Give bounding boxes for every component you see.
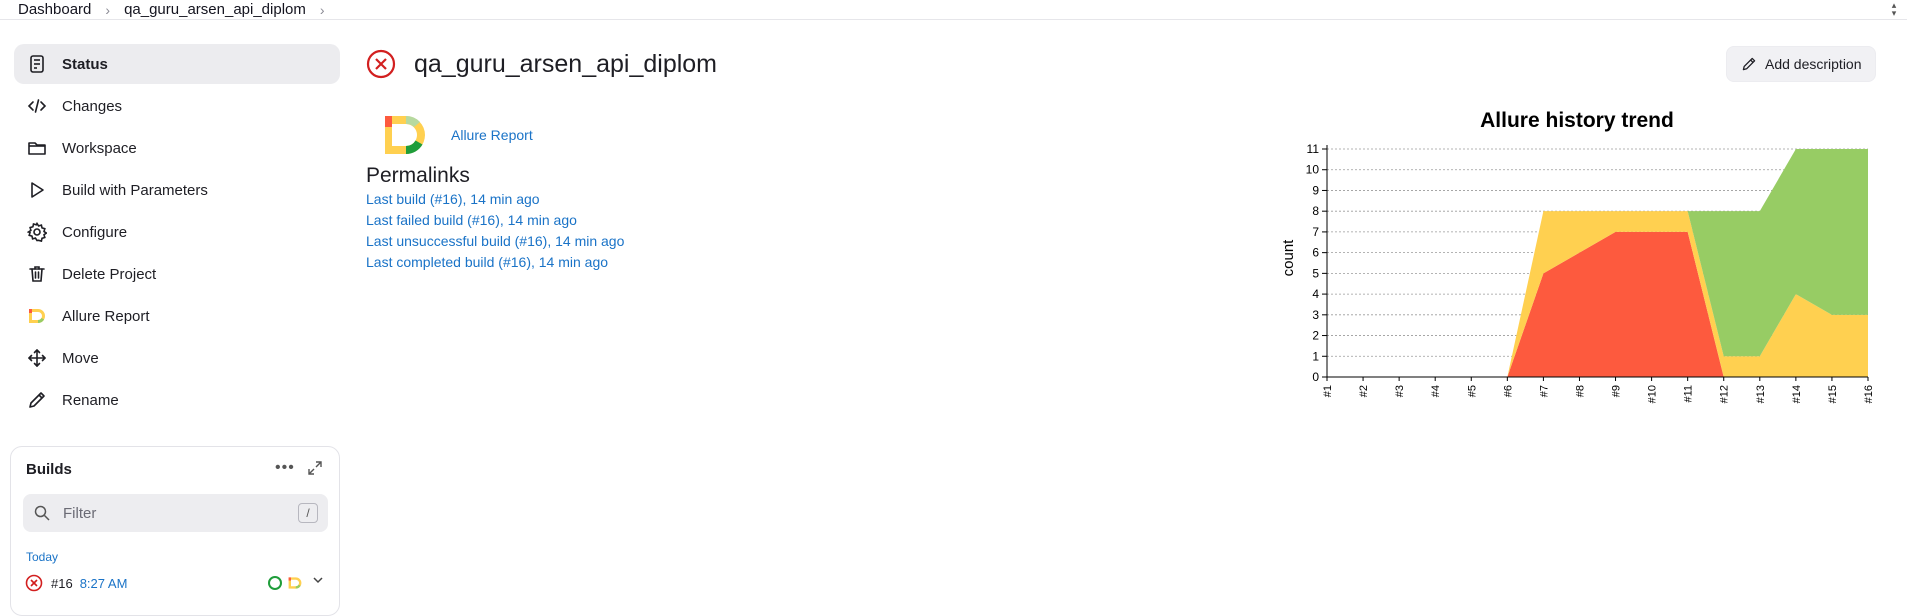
- y-tick-label: 11: [1307, 142, 1320, 156]
- y-tick-label: 6: [1312, 246, 1319, 260]
- permalink-last-unsuccessful-build[interactable]: Last unsuccessful build (#16), 14 min ag…: [366, 233, 624, 254]
- y-tick-label: 7: [1312, 225, 1319, 239]
- shortcut-key: /: [298, 503, 318, 523]
- sidebar: Status Changes Workspace Build with Para…: [14, 44, 340, 422]
- failed-status-icon: [25, 574, 43, 592]
- y-tick-label: 1: [1312, 349, 1319, 363]
- y-tick-label: 0: [1312, 370, 1319, 384]
- sidebar-item-status[interactable]: Status: [14, 44, 340, 84]
- x-tick-label: #15: [1827, 385, 1839, 403]
- permalinks-list: Last build (#16), 14 min ago Last failed…: [366, 191, 624, 275]
- y-tick-label: 2: [1312, 329, 1319, 343]
- builds-group-label: Today: [26, 550, 59, 564]
- chart-y-axis-label: count: [1280, 239, 1297, 277]
- allure-history-trend-chart[interactable]: Allure history trend count 0 1 2 3 4 5 6 7 8 9 10 1…: [1275, 104, 1875, 414]
- permalinks-heading: Permalinks: [366, 164, 470, 187]
- allure-report-link[interactable]: Allure Report: [451, 127, 533, 143]
- y-tick-label: 9: [1312, 183, 1319, 197]
- trash-icon: [26, 263, 48, 285]
- folder-icon: [26, 137, 48, 159]
- x-tick-label: #1: [1322, 385, 1334, 397]
- sidebar-item-label: Build with Parameters: [62, 181, 208, 199]
- allure-icon[interactable]: [287, 575, 303, 591]
- sidebar-item-label: Move: [62, 349, 99, 367]
- failed-status-icon: [366, 49, 396, 79]
- search-icon: [34, 505, 50, 521]
- builds-title: Builds: [26, 461, 72, 478]
- build-number[interactable]: #16: [51, 576, 73, 591]
- gear-icon: [26, 221, 48, 243]
- x-tick-label: #3: [1394, 385, 1406, 397]
- allure-icon: [26, 305, 48, 327]
- build-row[interactable]: #16 8:27 AM: [25, 572, 330, 594]
- sidebar-item-label: Delete Project: [62, 265, 157, 283]
- chart-title: Allure history trend: [1480, 109, 1674, 132]
- move-icon: [26, 347, 48, 369]
- page-title: qa_guru_arsen_api_diplom: [414, 50, 718, 78]
- x-tick-label: #14: [1791, 385, 1803, 403]
- builds-filter: /: [23, 494, 328, 532]
- permalink-last-build[interactable]: Last build (#16), 14 min ago: [366, 191, 624, 212]
- x-tick-label: #10: [1647, 385, 1659, 403]
- permalink-last-completed-build[interactable]: Last completed build (#16), 14 min ago: [366, 254, 624, 275]
- sidebar-item-changes[interactable]: Changes: [14, 86, 340, 126]
- y-tick-label: 4: [1312, 287, 1319, 301]
- permalink-last-failed-build[interactable]: Last failed build (#16), 14 min ago: [366, 212, 624, 233]
- breadcrumb-dashboard[interactable]: Dashboard: [18, 1, 91, 18]
- x-tick-label: #6: [1502, 385, 1514, 397]
- sidebar-item-label: Configure: [62, 223, 128, 241]
- build-time[interactable]: 8:27 AM: [80, 576, 128, 591]
- sidebar-item-delete-project[interactable]: Delete Project: [14, 254, 340, 294]
- sidebar-item-label: Workspace: [62, 139, 137, 157]
- y-tick-label: 5: [1312, 266, 1319, 280]
- x-tick-label: #5: [1466, 385, 1478, 397]
- x-tick-label: #12: [1719, 385, 1731, 403]
- x-tick-label: #2: [1358, 385, 1370, 397]
- breadcrumb: Dashboard › qa_guru_arsen_api_diplom › ▴…: [0, 0, 1907, 20]
- more-options-icon[interactable]: •••: [275, 459, 295, 477]
- x-tick-label: #16: [1863, 385, 1875, 403]
- x-tick-label: #4: [1430, 385, 1442, 397]
- add-description-button[interactable]: Add description: [1726, 46, 1876, 82]
- builds-panel: Builds ••• / Today #16 8:27 AM: [10, 446, 340, 616]
- breadcrumb-project[interactable]: qa_guru_arsen_api_diplom: [124, 1, 306, 18]
- expand-icon[interactable]: [307, 460, 323, 476]
- chevron-right-icon: ›: [105, 1, 111, 18]
- x-tick-label: #13: [1755, 385, 1767, 403]
- allure-logo-icon[interactable]: [383, 114, 429, 156]
- sidebar-item-label: Rename: [62, 391, 119, 409]
- y-tick-label: 3: [1312, 308, 1319, 322]
- chevron-down-icon[interactable]: [312, 574, 324, 589]
- y-tick-label: 8: [1312, 204, 1319, 218]
- sidebar-item-move[interactable]: Move: [14, 338, 340, 378]
- sidebar-item-label: Status: [62, 55, 108, 73]
- sidebar-item-rename[interactable]: Rename: [14, 380, 340, 420]
- sidebar-item-configure[interactable]: Configure: [14, 212, 340, 252]
- sidebar-item-allure-report[interactable]: Allure Report: [14, 296, 340, 336]
- add-description-label: Add description: [1765, 56, 1862, 72]
- pencil-icon: [1742, 57, 1756, 71]
- pencil-icon: [26, 389, 48, 411]
- x-tick-label: #8: [1574, 385, 1586, 397]
- status-icon: [26, 53, 48, 75]
- play-icon: [26, 179, 48, 201]
- filter-input[interactable]: [61, 503, 281, 523]
- x-tick-label: #7: [1538, 385, 1550, 397]
- scroll-arrows-icon[interactable]: ▴ ▾: [1889, 1, 1899, 18]
- y-tick-label: 10: [1306, 163, 1320, 177]
- sidebar-item-workspace[interactable]: Workspace: [14, 128, 340, 168]
- code-icon: [26, 95, 48, 117]
- chevron-right-icon[interactable]: ›: [320, 2, 325, 18]
- sidebar-item-label: Allure Report: [62, 307, 150, 325]
- sidebar-item-label: Changes: [62, 97, 123, 115]
- x-tick-label: #11: [1683, 385, 1695, 403]
- sidebar-item-build-with-parameters[interactable]: Build with Parameters: [14, 170, 340, 210]
- x-tick-label: #9: [1611, 385, 1623, 397]
- console-icon[interactable]: [267, 575, 283, 591]
